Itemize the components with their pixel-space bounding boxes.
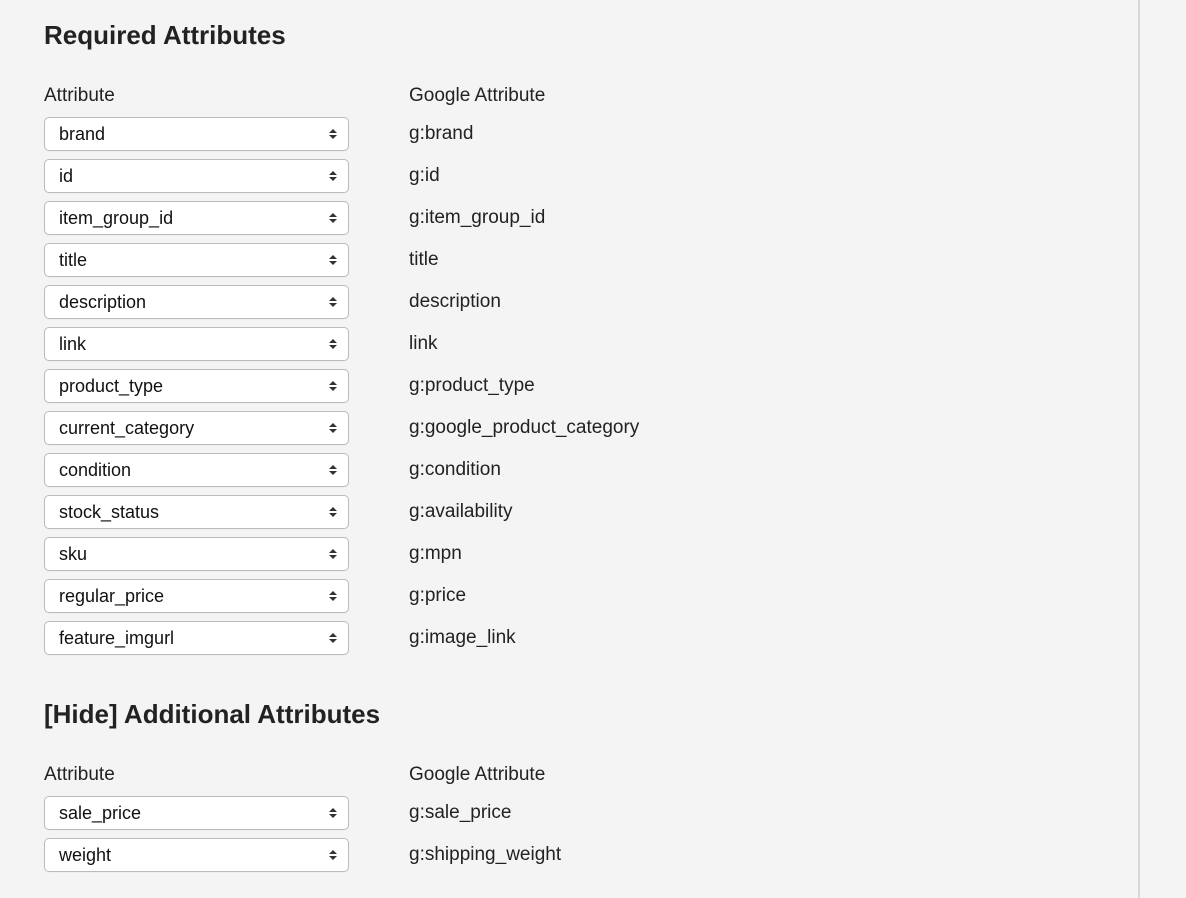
attribute-select-regular-price[interactable]: regular_price — [44, 579, 349, 613]
google-attribute-label: title — [409, 249, 439, 271]
col-header-attribute: Attribute — [44, 85, 409, 107]
google-attribute-label: g:sale_price — [409, 802, 511, 824]
required-row: brand g:brand — [44, 117, 1094, 151]
attribute-select-feature-imgurl[interactable]: feature_imgurl — [44, 621, 349, 655]
select-value: regular_price — [59, 586, 164, 607]
additional-columns-header: Attribute Google Attribute — [44, 764, 1094, 786]
attribute-select-sku[interactable]: sku — [44, 537, 349, 571]
updown-icon — [328, 295, 338, 309]
attribute-select-current-category[interactable]: current_category — [44, 411, 349, 445]
updown-icon — [328, 379, 338, 393]
select-value: link — [59, 334, 86, 355]
google-attribute-label: g:image_link — [409, 627, 516, 649]
settings-page: Required Attributes Attribute Google Att… — [0, 0, 1140, 898]
col-header-attribute: Attribute — [44, 764, 409, 786]
updown-icon — [328, 337, 338, 351]
google-attribute-label: g:mpn — [409, 543, 462, 565]
required-row: title title — [44, 243, 1094, 277]
select-value: weight — [59, 845, 111, 866]
select-value: description — [59, 292, 146, 313]
select-value: current_category — [59, 418, 194, 439]
select-value: title — [59, 250, 87, 271]
required-row: link link — [44, 327, 1094, 361]
col-header-google: Google Attribute — [409, 85, 1094, 107]
updown-icon — [328, 505, 338, 519]
google-attribute-label: g:condition — [409, 459, 501, 481]
updown-icon — [328, 127, 338, 141]
updown-icon — [328, 848, 338, 862]
attribute-select-title[interactable]: title — [44, 243, 349, 277]
required-row: sku g:mpn — [44, 537, 1094, 571]
required-row: description description — [44, 285, 1094, 319]
select-value: sale_price — [59, 803, 141, 824]
required-row: stock_status g:availability — [44, 495, 1094, 529]
google-attribute-label: g:shipping_weight — [409, 844, 561, 866]
updown-icon — [328, 806, 338, 820]
updown-icon — [328, 547, 338, 561]
attribute-select-link[interactable]: link — [44, 327, 349, 361]
attribute-select-stock-status[interactable]: stock_status — [44, 495, 349, 529]
required-row: item_group_id g:item_group_id — [44, 201, 1094, 235]
required-columns-header: Attribute Google Attribute — [44, 85, 1094, 107]
google-attribute-label: link — [409, 333, 438, 355]
google-attribute-label: g:id — [409, 165, 440, 187]
updown-icon — [328, 631, 338, 645]
attribute-select-condition[interactable]: condition — [44, 453, 349, 487]
attribute-select-brand[interactable]: brand — [44, 117, 349, 151]
required-row: current_category g:google_product_catego… — [44, 411, 1094, 445]
attribute-select-description[interactable]: description — [44, 285, 349, 319]
required-row: condition g:condition — [44, 453, 1094, 487]
select-value: brand — [59, 124, 105, 145]
required-row: id g:id — [44, 159, 1094, 193]
google-attribute-label: g:google_product_category — [409, 417, 639, 439]
select-value: condition — [59, 460, 131, 481]
col-header-google: Google Attribute — [409, 764, 1094, 786]
attribute-select-id[interactable]: id — [44, 159, 349, 193]
additional-attributes-toggle[interactable]: [Hide] Additional Attributes — [44, 699, 1094, 730]
select-value: id — [59, 166, 73, 187]
updown-icon — [328, 589, 338, 603]
required-attributes-heading: Required Attributes — [44, 20, 1094, 51]
select-value: product_type — [59, 376, 163, 397]
updown-icon — [328, 421, 338, 435]
select-value: stock_status — [59, 502, 159, 523]
google-attribute-label: g:product_type — [409, 375, 535, 397]
attribute-select-product-type[interactable]: product_type — [44, 369, 349, 403]
required-row: product_type g:product_type — [44, 369, 1094, 403]
updown-icon — [328, 211, 338, 225]
updown-icon — [328, 463, 338, 477]
updown-icon — [328, 169, 338, 183]
select-value: sku — [59, 544, 87, 565]
required-row: regular_price g:price — [44, 579, 1094, 613]
google-attribute-label: g:item_group_id — [409, 207, 545, 229]
google-attribute-label: g:price — [409, 585, 466, 607]
attribute-select-item-group-id[interactable]: item_group_id — [44, 201, 349, 235]
google-attribute-label: g:brand — [409, 123, 473, 145]
updown-icon — [328, 253, 338, 267]
attribute-select-sale-price[interactable]: sale_price — [44, 796, 349, 830]
select-value: feature_imgurl — [59, 628, 174, 649]
attribute-select-weight[interactable]: weight — [44, 838, 349, 872]
select-value: item_group_id — [59, 208, 173, 229]
additional-row: sale_price g:sale_price — [44, 796, 1094, 830]
required-row: feature_imgurl g:image_link — [44, 621, 1094, 655]
google-attribute-label: description — [409, 291, 501, 313]
google-attribute-label: g:availability — [409, 501, 513, 523]
additional-row: weight g:shipping_weight — [44, 838, 1094, 872]
